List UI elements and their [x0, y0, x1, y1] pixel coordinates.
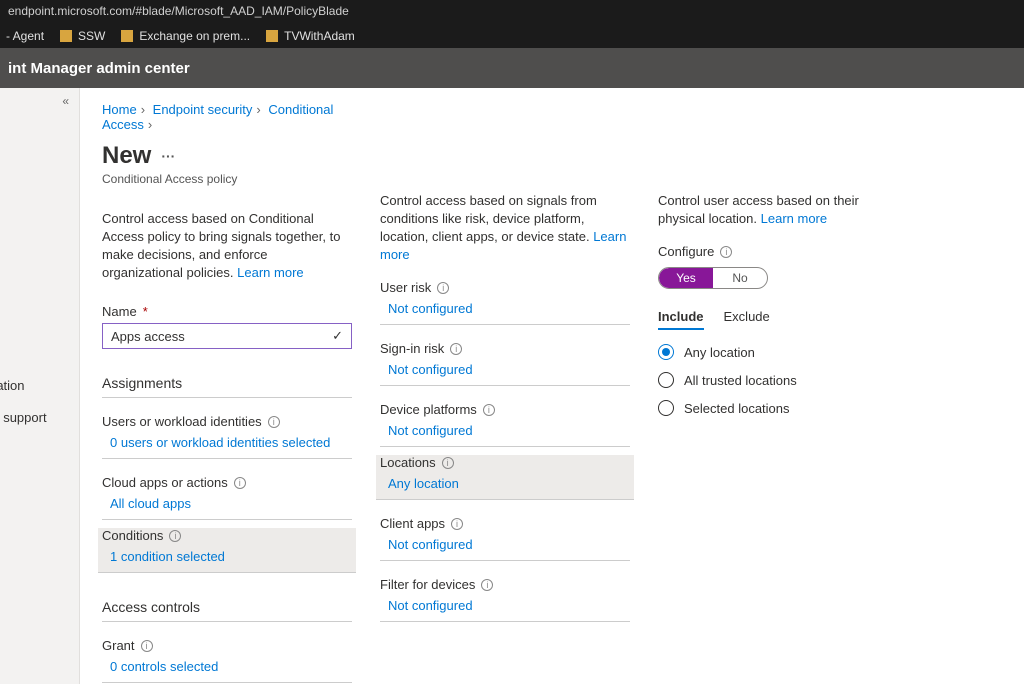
- locations-description: Control user access based on their physi…: [658, 192, 908, 228]
- check-icon: ✓: [332, 328, 343, 344]
- condition-row[interactable]: Sign-in riskiNot configured: [380, 341, 630, 386]
- toggle-no[interactable]: No: [713, 268, 767, 288]
- bookmark-ssw[interactable]: SSW: [60, 29, 105, 43]
- conditions-description: Control access based on signals from con…: [380, 192, 630, 264]
- name-input[interactable]: Apps access ✓: [102, 323, 352, 349]
- learn-more-link[interactable]: Learn more: [761, 211, 827, 226]
- assignments-heading: Assignments: [102, 375, 352, 398]
- more-icon[interactable]: ···: [161, 148, 175, 164]
- grant-row[interactable]: Granti 0 controls selected: [102, 638, 352, 683]
- condition-row[interactable]: Device platformsiNot configured: [380, 402, 630, 447]
- url-text: endpoint.microsoft.com/#blade/Microsoft_…: [8, 4, 349, 18]
- info-icon[interactable]: i: [483, 404, 495, 416]
- app-title: int Manager admin center: [8, 60, 190, 77]
- condition-row[interactable]: Client appsiNot configured: [380, 516, 630, 561]
- app-header: int Manager admin center: [0, 48, 1024, 88]
- conditions-row[interactable]: Conditionsi 1 condition selected: [98, 528, 356, 573]
- sidebar-item[interactable]: y: [0, 258, 47, 290]
- radio-icon: [658, 400, 674, 416]
- breadcrumb-endpoint[interactable]: Endpoint security: [153, 102, 253, 117]
- location-option[interactable]: Selected locations: [658, 400, 908, 416]
- include-exclude-tabs: Include Exclude: [658, 309, 908, 330]
- users-row[interactable]: Users or workload identitiesi 0 users or…: [102, 414, 352, 459]
- info-icon[interactable]: i: [450, 343, 462, 355]
- info-icon[interactable]: i: [442, 457, 454, 469]
- collapse-icon[interactable]: «: [62, 94, 69, 108]
- condition-value[interactable]: Not configured: [388, 423, 630, 438]
- folder-icon: [60, 30, 72, 42]
- tab-exclude[interactable]: Exclude: [724, 309, 770, 330]
- folder-icon: [266, 30, 278, 42]
- sidebar-item[interactable]: ration: [0, 370, 47, 402]
- info-icon[interactable]: i: [169, 530, 181, 542]
- bookmark-exchange[interactable]: Exchange on prem...: [121, 29, 250, 43]
- configure-label: Configurei: [658, 244, 908, 259]
- info-icon[interactable]: i: [141, 640, 153, 652]
- info-icon[interactable]: i: [481, 579, 493, 591]
- apps-value[interactable]: All cloud apps: [110, 496, 352, 511]
- breadcrumb: Home› Endpoint security› Conditional Acc…: [102, 102, 352, 132]
- condition-value[interactable]: Not configured: [388, 362, 630, 377]
- info-icon[interactable]: i: [268, 416, 280, 428]
- info-icon[interactable]: i: [234, 477, 246, 489]
- info-icon[interactable]: i: [437, 282, 449, 294]
- bookmark-tvwithadam[interactable]: TVWithAdam: [266, 29, 355, 43]
- name-label: Name*: [102, 304, 352, 319]
- policy-description: Control access based on Conditional Acce…: [102, 210, 352, 282]
- location-option[interactable]: Any location: [658, 344, 908, 360]
- conditions-value[interactable]: 1 condition selected: [110, 549, 352, 564]
- users-value[interactable]: 0 users or workload identities selected: [110, 435, 352, 450]
- folder-icon: [121, 30, 133, 42]
- condition-row[interactable]: LocationsiAny location: [376, 455, 634, 500]
- address-bar[interactable]: endpoint.microsoft.com/#blade/Microsoft_…: [0, 0, 1024, 24]
- radio-icon: [658, 372, 674, 388]
- condition-value[interactable]: Not configured: [388, 537, 630, 552]
- condition-row[interactable]: User riskiNot configured: [380, 280, 630, 325]
- learn-more-link[interactable]: Learn more: [237, 265, 303, 280]
- condition-value[interactable]: Not configured: [388, 301, 630, 316]
- column-locations: Control user access based on their physi…: [658, 102, 908, 670]
- access-controls-heading: Access controls: [102, 599, 352, 622]
- toggle-yes[interactable]: Yes: [659, 268, 713, 288]
- apps-row[interactable]: Cloud apps or actionsi All cloud apps: [102, 475, 352, 520]
- sidebar-item[interactable]: + support: [0, 402, 47, 434]
- grant-value[interactable]: 0 controls selected: [110, 659, 352, 674]
- location-option[interactable]: All trusted locations: [658, 372, 908, 388]
- breadcrumb-home[interactable]: Home: [102, 102, 137, 117]
- condition-row[interactable]: Filter for devicesiNot configured: [380, 577, 630, 622]
- page-title: New ···: [102, 142, 352, 170]
- required-star: *: [143, 304, 148, 319]
- radio-icon: [658, 344, 674, 360]
- column-policy: Home› Endpoint security› Conditional Acc…: [102, 102, 352, 670]
- info-icon[interactable]: i: [451, 518, 463, 530]
- page-subtitle: Conditional Access policy: [102, 172, 352, 186]
- configure-toggle[interactable]: Yes No: [658, 267, 768, 289]
- column-conditions: Control access based on signals from con…: [380, 102, 630, 670]
- bookmark-agent[interactable]: - Agent: [6, 29, 44, 43]
- condition-value[interactable]: Not configured: [388, 598, 630, 613]
- sidebar: « y ration + support: [0, 88, 80, 684]
- tab-include[interactable]: Include: [658, 309, 704, 330]
- condition-value[interactable]: Any location: [388, 476, 630, 491]
- sidebar-nav-partial: y ration + support: [0, 258, 47, 434]
- bookmarks-bar: - Agent SSW Exchange on prem... TVWithAd…: [0, 24, 1024, 48]
- location-options: Any location All trusted locations Selecte…: [658, 344, 908, 416]
- info-icon[interactable]: i: [720, 246, 732, 258]
